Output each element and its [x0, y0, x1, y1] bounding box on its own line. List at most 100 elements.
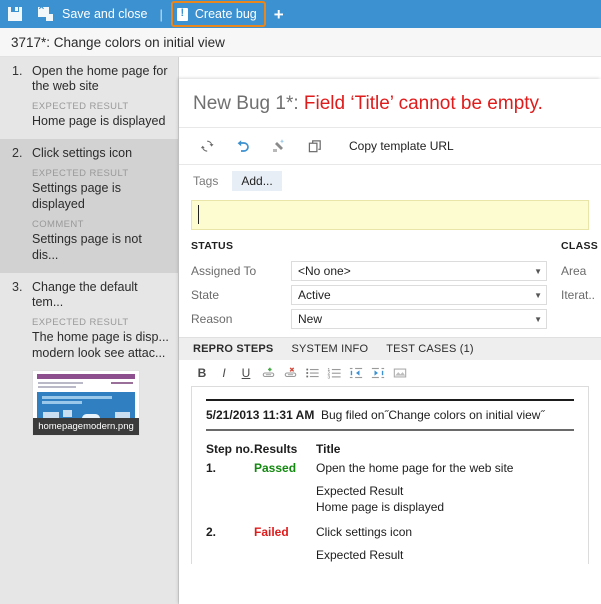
bug-form-tabs: REPRO STEPS SYSTEM INFO TEST CASES (1) [179, 337, 601, 360]
save-and-close-icon [38, 7, 53, 21]
bug-icon [177, 8, 188, 21]
bug-form-command-bar: Copy template URL [179, 127, 601, 165]
title-input[interactable] [191, 200, 589, 230]
bug-form-heading: New Bug 1*: Field ‘Title’ cannot be empt… [179, 79, 601, 127]
bug-filed-line: 5/21/2013 11:31 AM Bug filed on˝Change c… [192, 401, 588, 429]
attachment-thumbnail[interactable]: homepagemodern.png [32, 370, 140, 436]
expected-result-label: EXPECTED RESULT [32, 168, 170, 179]
field-row-state: State Active ▼ [191, 283, 547, 307]
state-value: Active [298, 288, 331, 302]
iteration-label: Iterat.. [561, 288, 595, 302]
field-row-area: Area [561, 259, 598, 283]
repro-steps-editor[interactable]: 5/21/2013 11:31 AM Bug filed on˝Change c… [191, 386, 589, 564]
page-title: 3717*: Change colors on initial view [0, 35, 225, 50]
state-select[interactable]: Active ▼ [291, 285, 547, 305]
table-row: 1. Passed Open the home page for the web… [206, 461, 574, 515]
table-header-row: Step no. Results Title [206, 442, 574, 456]
text-caret [198, 205, 199, 224]
status-section: STATUS Assigned To <No one> ▼ State Acti… [191, 240, 547, 331]
row-result: Failed [254, 525, 316, 539]
tags-row: Tags Add... [179, 165, 601, 197]
expected-result-value: Home page is displayed [32, 113, 170, 129]
field-grid: STATUS Assigned To <No one> ▼ State Acti… [179, 230, 601, 337]
status-section-header: STATUS [191, 240, 547, 259]
steps-pane[interactable]: 1. Open the home page for the web site E… [0, 57, 179, 604]
remove-link-icon[interactable] [279, 362, 301, 384]
top-toolbar: Save and close | Create bug + [0, 0, 601, 28]
assigned-to-select[interactable]: <No one> ▼ [291, 261, 547, 281]
reason-value: New [298, 312, 322, 326]
apply-template-icon[interactable] [261, 131, 297, 161]
expected-result-label: EXPECTED RESULT [32, 317, 170, 328]
add-tag-button[interactable]: Add... [232, 171, 281, 191]
field-row-assigned-to: Assigned To <No one> ▼ [191, 259, 547, 283]
comment-label: COMMENT [32, 219, 170, 230]
save-button[interactable] [0, 0, 30, 28]
undo-icon[interactable] [225, 131, 261, 161]
column-header-results: Results [254, 442, 316, 456]
row-expected-label: Expected Result [316, 548, 403, 562]
repro-steps-table: Step no. Results Title 1. Passed Open th… [192, 431, 588, 564]
step-number: 3. [8, 280, 32, 310]
classification-section: CLASS Area Iterat.. [547, 240, 598, 331]
filed-date: 5/21/2013 [206, 408, 259, 422]
copy-template-url-button[interactable]: Copy template URL [349, 139, 454, 153]
chevron-down-icon: ▼ [534, 291, 542, 300]
italic-icon[interactable]: I [213, 362, 235, 384]
new-bug-panel: New Bug 1*: Field ‘Title’ cannot be empt… [179, 79, 601, 604]
filed-text: Bug filed on˝Change colors on initial vi… [321, 408, 544, 422]
breadcrumb: 3717*: Change colors on initial view [0, 28, 601, 57]
attachment-filename: homepagemodern.png [33, 418, 139, 435]
row-expected-value: Home page is displayed [316, 500, 444, 514]
bug-form-heading-prefix: New Bug 1*: [193, 93, 299, 114]
row-title: Open the home page for the web site [316, 461, 574, 475]
expected-result-value: Settings page is displayed [32, 180, 170, 212]
step-title: Click settings icon [32, 146, 132, 161]
insert-image-icon[interactable] [389, 362, 411, 384]
create-bug-button[interactable]: Create bug [171, 1, 266, 27]
table-row: 2. Failed Click settings icon Expected R… [206, 525, 574, 564]
reason-label: Reason [191, 312, 291, 326]
expected-result-value-line1: The home page is disp... [32, 329, 170, 345]
save-and-close-label[interactable]: Save and close [60, 7, 155, 21]
comment-value: Settings page is not dis... [32, 231, 170, 263]
save-and-close-button[interactable] [30, 0, 60, 28]
step-title: Change the default tem... [32, 280, 170, 310]
tab-system-info[interactable]: SYSTEM INFO [291, 343, 368, 355]
area-label: Area [561, 264, 586, 278]
tags-label: Tags [193, 174, 218, 188]
decrease-indent-icon[interactable] [345, 362, 367, 384]
refresh-icon[interactable] [189, 131, 225, 161]
numbered-list-icon[interactable]: 1 2 3 [323, 362, 345, 384]
underline-icon[interactable]: U [235, 362, 257, 384]
list-item[interactable]: 2. Click settings icon EXPECTED RESULT S… [0, 139, 178, 273]
list-item[interactable]: 1. Open the home page for the web site E… [0, 57, 178, 139]
tab-test-cases[interactable]: TEST CASES (1) [386, 343, 474, 355]
insert-link-icon[interactable] [257, 362, 279, 384]
copy-icon[interactable] [297, 131, 333, 161]
tab-repro-steps[interactable]: REPRO STEPS [193, 343, 273, 355]
row-step-no: 2. [206, 525, 254, 539]
add-icon[interactable]: + [266, 6, 292, 23]
bold-icon[interactable]: B [191, 362, 213, 384]
attachment-preview-image: homepagemodern.png [32, 370, 140, 436]
assigned-to-label: Assigned To [191, 264, 291, 278]
step-title: Open the home page for the web site [32, 64, 170, 94]
expected-result-value-line2: modern look see attac... [32, 345, 170, 361]
bulleted-list-icon[interactable] [301, 362, 323, 384]
svg-text:3: 3 [327, 374, 330, 380]
assigned-to-value: <No one> [298, 264, 351, 278]
save-icon [8, 7, 22, 21]
create-bug-label: Create bug [193, 7, 257, 21]
row-expected-label: Expected Result [316, 484, 403, 498]
filed-time: 11:31 AM [263, 408, 315, 422]
chevron-down-icon: ▼ [534, 267, 542, 276]
increase-indent-icon[interactable] [367, 362, 389, 384]
step-number: 1. [8, 64, 32, 94]
list-item[interactable]: 3. Change the default tem... EXPECTED RE… [0, 273, 178, 446]
field-row-iteration: Iterat.. [561, 283, 598, 307]
row-step-no: 1. [206, 461, 254, 475]
column-header-title: Title [316, 442, 574, 456]
field-row-reason: Reason New ▼ [191, 307, 547, 331]
reason-select[interactable]: New ▼ [291, 309, 547, 329]
